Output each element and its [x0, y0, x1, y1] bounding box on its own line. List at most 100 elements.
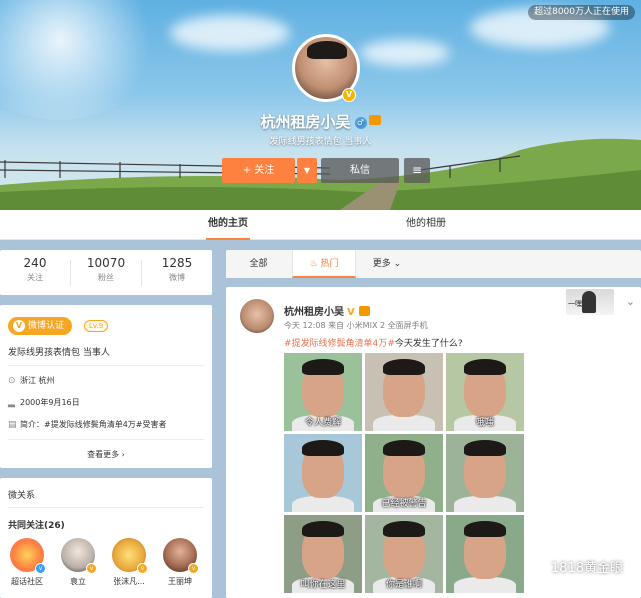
verified-v-icon: V: [342, 88, 356, 102]
vip-crown-icon: [358, 306, 370, 316]
follow-button[interactable]: + 关注: [222, 158, 295, 183]
relations-card: 微关系 共同关注(26) v 超话社区 v 袁立 v 张沫凡... v 王丽坤: [0, 478, 212, 598]
post-image[interactable]: 已经被警告: [365, 434, 443, 512]
post-image[interactable]: [446, 515, 524, 593]
image-caption: 叫你在这里: [300, 580, 346, 590]
intro-icon: ▤: [8, 420, 17, 430]
vip-crown-icon: [368, 115, 381, 125]
post-image[interactable]: [446, 434, 524, 512]
verified-badge-icon: v: [86, 563, 97, 574]
corner-sticker-image: 一嘿: [566, 289, 614, 315]
friend-avatar: v: [10, 538, 46, 574]
profile-name-row: 杭州租房小吴 ♂: [0, 111, 641, 132]
friend-item[interactable]: v 袁立: [55, 538, 101, 587]
divider: [8, 507, 204, 508]
profile-description: 发际线男孩表情包 当事人: [269, 137, 372, 147]
post-topic-link[interactable]: #提发际线修鬓角清单4万#: [284, 339, 395, 349]
more-menu-icon[interactable]: ≡: [404, 158, 430, 183]
image-caption: 令人费解: [304, 418, 341, 428]
message-button[interactable]: 私信: [321, 158, 399, 183]
friend-item[interactable]: v 王丽坤: [157, 538, 203, 587]
divider: [8, 439, 204, 440]
friend-name: 超话社区: [11, 577, 43, 586]
verified-badge-icon: v: [35, 563, 46, 574]
feed-tab-hot[interactable]: ♨ 热门: [292, 250, 356, 278]
tab-album[interactable]: 他的相册: [404, 210, 448, 240]
common-follow-title[interactable]: 共同关注(26): [8, 518, 65, 531]
feed-tab-hot-label: 热门: [320, 259, 339, 269]
stat-value: 1285: [161, 256, 193, 270]
post-image[interactable]: [365, 353, 443, 431]
verified-label: 微博认证: [28, 321, 65, 331]
verified-v-icon: V: [347, 307, 355, 318]
post-body: 今天发生了什么?: [394, 339, 463, 349]
stats-card: 240 关注 10070 粉丝 1285 微博: [0, 250, 212, 295]
tab-home[interactable]: 他的主页: [206, 210, 250, 240]
sticker-figure: [582, 291, 596, 313]
sticker-text: 一嘿: [568, 300, 582, 308]
intro-text: 简介：#提发际线修鬓角清单4万#受害者: [20, 420, 167, 429]
friend-avatar: v: [163, 538, 199, 574]
info-intro: ▤ 简介：#提发际线修鬓角清单4万#受害者: [8, 418, 167, 432]
follow-dropdown-button[interactable]: ▼: [297, 158, 317, 183]
location-text: 浙江 杭州: [20, 376, 55, 385]
birthday-text: 2000年9月16日: [20, 398, 80, 407]
post-image[interactable]: 你是谁啊: [365, 515, 443, 593]
friend-item[interactable]: v 张沫凡...: [106, 538, 152, 587]
online-users-badge: 超过8000万人正在使用: [528, 5, 635, 20]
post-meta: 今天 12:08 来自 小米MIX 2 全面屏手机: [284, 321, 428, 330]
post-image[interactable]: 叫你在这里: [284, 515, 362, 593]
post-card: 杭州租房小吴 V 今天 12:08 来自 小米MIX 2 全面屏手机 #提发际线修…: [226, 287, 641, 598]
cover-cloud: [170, 15, 290, 51]
stat-value: 240: [23, 256, 47, 270]
feed-tab-all[interactable]: 全部: [226, 250, 291, 278]
about-card: V 微博认证 Lv.9 发际线男孩表情包 当事人 ⊙ 浙江 杭州 ▂ 2000年9月1…: [0, 305, 212, 468]
birthday-cake-icon: ▂: [8, 398, 15, 408]
stat-value: 10070: [86, 256, 126, 270]
cover-cloud: [360, 40, 450, 66]
post-image[interactable]: 哦嗤: [446, 353, 524, 431]
feed-tab-more[interactable]: 更多 ⌄: [357, 250, 417, 278]
see-more-link[interactable]: 查看更多 ›: [0, 449, 212, 460]
post-image[interactable]: 令人费解: [284, 353, 362, 431]
image-caption: 哦嗤: [475, 418, 494, 428]
info-birthday: ▂ 2000年9月16日: [8, 396, 80, 410]
level-badge[interactable]: Lv.9: [84, 320, 109, 332]
about-description: 发际线男孩表情包 当事人: [8, 348, 110, 358]
friend-avatar: v: [112, 538, 148, 574]
verified-v-icon: V: [13, 320, 25, 332]
stat-label: 粉丝: [98, 273, 114, 282]
verified-badge[interactable]: V 微博认证: [8, 317, 73, 335]
post-author-name[interactable]: 杭州租房小吴: [284, 307, 344, 318]
friend-item[interactable]: v 超话社区: [4, 538, 50, 587]
verified-badge-icon: v: [137, 563, 148, 574]
friend-avatar: v: [61, 538, 97, 574]
wechat-icon: [528, 560, 547, 574]
stat-posts[interactable]: 1285 微博: [142, 256, 212, 283]
friend-name: 袁立: [70, 577, 86, 586]
chevron-down-icon[interactable]: ⌄: [626, 295, 635, 308]
stat-followers[interactable]: 10070 粉丝: [71, 256, 141, 283]
profile-name: 杭州租房小吴: [260, 113, 351, 131]
friend-name: 张沫凡...: [113, 577, 145, 586]
stat-label: 微博: [169, 273, 185, 282]
image-caption: 你是谁啊: [385, 580, 422, 590]
post-image[interactable]: [284, 434, 362, 512]
male-gender-icon: ♂: [354, 117, 367, 129]
post-author-row: 杭州租房小吴 V: [284, 303, 370, 318]
location-pin-icon: ⊙: [8, 376, 16, 386]
friend-name: 王丽坤: [168, 577, 192, 586]
info-location: ⊙ 浙江 杭州: [8, 374, 55, 388]
profile-cover: 超过8000万人正在使用 V 杭州租房小吴 ♂ 发际线男孩表情包 当事人 + 关注…: [0, 0, 641, 210]
divider: [8, 365, 204, 366]
post-author-avatar[interactable]: [240, 299, 274, 333]
verified-badge-icon: v: [188, 563, 199, 574]
relations-title: 微关系: [8, 491, 36, 501]
stat-label: 关注: [27, 273, 43, 282]
flame-icon: ♨: [309, 259, 318, 269]
avatar-hair: [307, 41, 347, 59]
stat-following[interactable]: 240 关注: [0, 256, 70, 283]
feed-tabs: 全部 ♨ 热门 更多 ⌄: [226, 250, 641, 278]
profile-tabbar: 他的主页 他的相册: [0, 210, 641, 240]
image-caption: 已经被警告: [381, 499, 427, 509]
